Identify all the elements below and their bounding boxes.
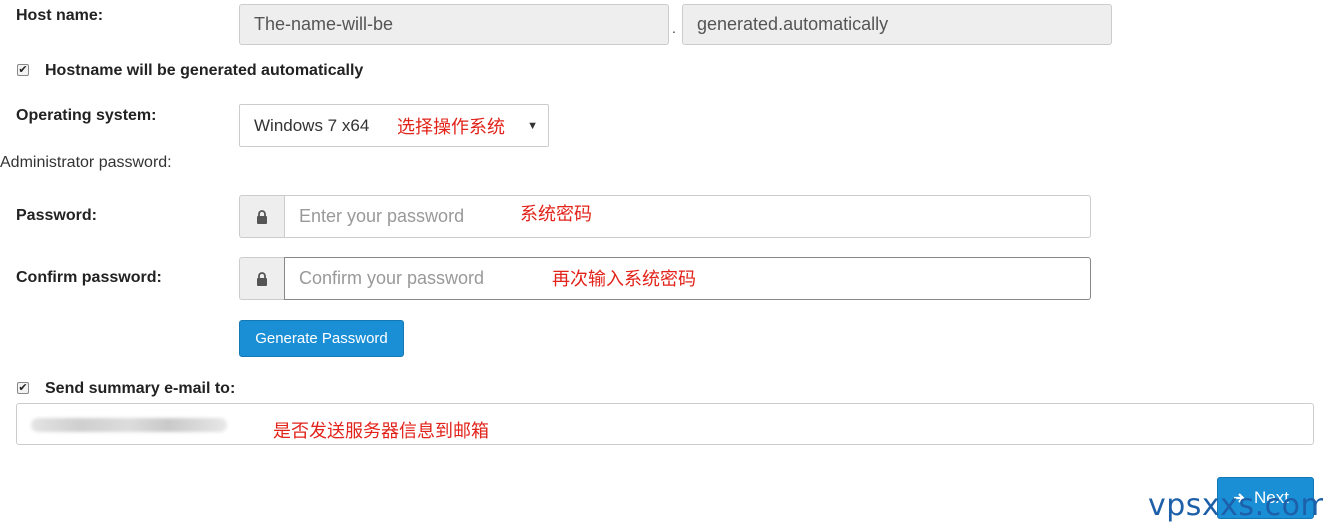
redacted-email (31, 418, 227, 432)
os-selected-value: Windows 7 x64 (254, 115, 370, 135)
host-domain-input[interactable] (682, 4, 1112, 45)
watermark: vpsxxs.com (1148, 488, 1323, 523)
hostname-auto-label: Hostname will be generated automatically (45, 62, 364, 79)
hostname-auto-checkbox[interactable]: ✔ (17, 64, 29, 76)
checkmark-icon: ✔ (18, 381, 28, 394)
confirm-password-label: Confirm password: (16, 269, 162, 286)
password-lock-addon (239, 195, 284, 238)
password-label: Password: (16, 207, 97, 224)
summary-annotation: 是否发送服务器信息到邮箱 (273, 421, 489, 441)
confirm-lock-addon (239, 257, 284, 300)
caret-down-icon: ▼ (527, 119, 538, 132)
password-input[interactable] (284, 195, 1091, 238)
generate-password-button[interactable]: Generate Password (239, 320, 404, 357)
password-annotation: 系统密码 (520, 204, 592, 224)
send-summary-checkbox[interactable]: ✔ (17, 382, 29, 394)
host-separator: . (672, 20, 676, 36)
summary-email-input[interactable] (16, 403, 1314, 445)
host-name-input[interactable] (239, 4, 669, 45)
os-annotation: 选择操作系统 (397, 117, 505, 137)
lock-icon (257, 271, 267, 286)
os-label: Operating system: (16, 107, 157, 124)
confirm-annotation: 再次输入系统密码 (552, 269, 696, 289)
admin-password-section-label: Administrator password: (0, 154, 172, 171)
checkmark-icon: ✔ (18, 63, 28, 76)
lock-icon (257, 209, 267, 224)
host-name-label: Host name: (16, 7, 104, 24)
send-summary-label: Send summary e-mail to: (45, 380, 236, 397)
